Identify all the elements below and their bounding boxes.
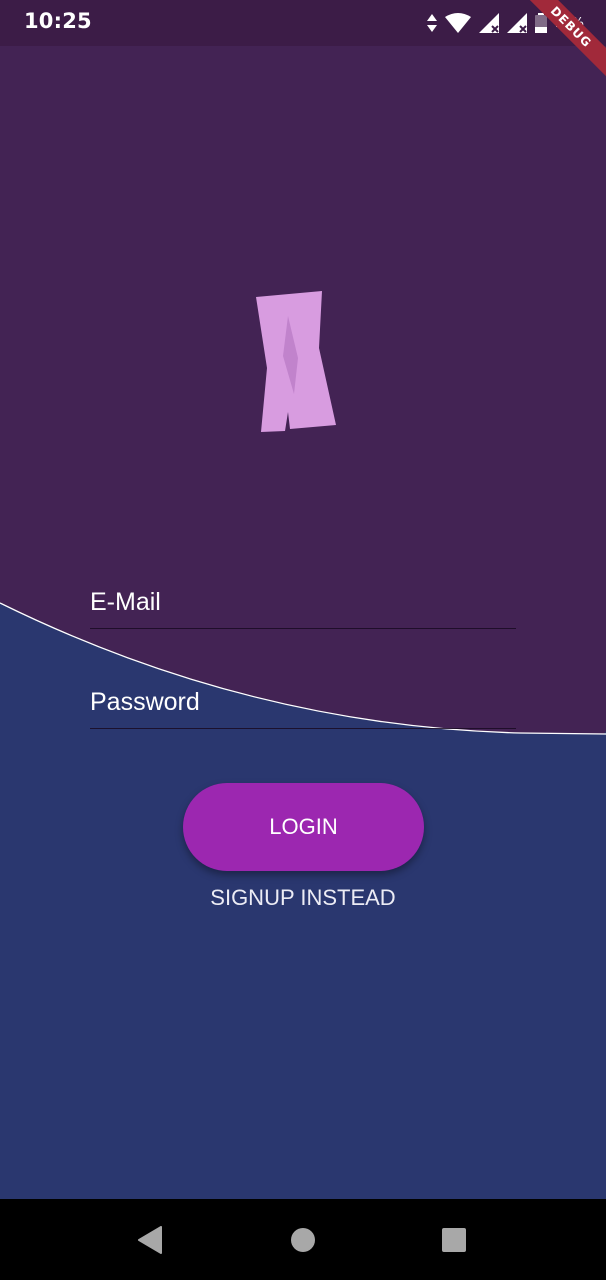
wifi-icon xyxy=(445,13,472,33)
navigation-bar xyxy=(0,1199,606,1280)
status-time: 10:25 xyxy=(24,9,92,33)
signal-icon xyxy=(507,13,528,33)
back-icon xyxy=(138,1226,162,1254)
email-input[interactable] xyxy=(90,576,516,628)
email-field[interactable] xyxy=(90,576,516,629)
x-logo-icon xyxy=(256,291,336,432)
home-icon xyxy=(291,1228,315,1252)
recents-button[interactable] xyxy=(436,1223,472,1257)
password-field[interactable] xyxy=(90,676,516,729)
status-bar: 10:25 24% xyxy=(0,0,606,46)
signup-instead-button[interactable]: SIGNUP INSTEAD xyxy=(0,885,606,911)
password-input[interactable] xyxy=(90,676,516,728)
home-button[interactable] xyxy=(285,1223,321,1257)
login-button[interactable]: LOGIN xyxy=(183,783,424,871)
data-arrows-icon xyxy=(427,14,438,32)
back-button[interactable] xyxy=(132,1223,168,1257)
signal-icon xyxy=(479,13,500,33)
recents-icon xyxy=(442,1228,466,1252)
